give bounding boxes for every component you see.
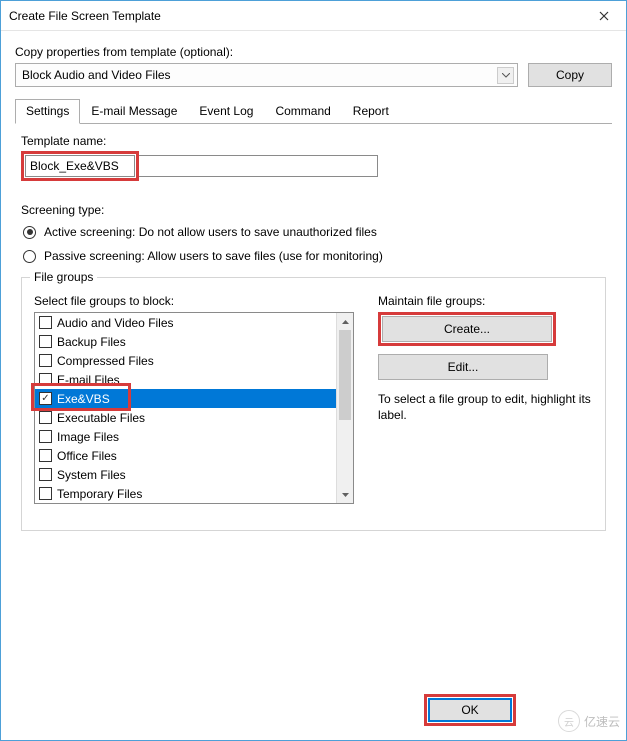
dialog-window: Create File Screen Template Copy propert…: [0, 0, 627, 741]
list-item-label: Compressed Files: [57, 354, 154, 368]
tab-settings[interactable]: Settings: [15, 99, 80, 124]
list-item-label: Temporary Files: [57, 487, 142, 501]
radio-active[interactable]: Active screening: Do not allow users to …: [23, 225, 606, 239]
list-item-label: Audio and Video Files: [57, 316, 174, 330]
template-name-label: Template name:: [21, 134, 606, 148]
checkbox[interactable]: [39, 373, 52, 386]
maintain-groups-label: Maintain file groups:: [378, 294, 593, 308]
tab-command[interactable]: Command: [264, 99, 341, 124]
list-item-label: System Files: [57, 468, 126, 482]
copy-button[interactable]: Copy: [528, 63, 612, 87]
close-button[interactable]: [581, 1, 626, 31]
radio-active-label: Active screening: Do not allow users to …: [44, 225, 377, 239]
tab-strip: Settings E-mail Message Event Log Comman…: [15, 99, 612, 124]
create-button[interactable]: Create...: [382, 316, 552, 342]
list-item[interactable]: Backup Files: [35, 332, 336, 351]
ok-button[interactable]: OK: [428, 698, 512, 722]
window-title: Create File Screen Template: [9, 9, 581, 23]
scroll-down-icon[interactable]: [337, 486, 353, 503]
chevron-down-icon: [497, 67, 514, 84]
edit-button[interactable]: Edit...: [378, 354, 548, 380]
copy-properties-label: Copy properties from template (optional)…: [15, 45, 612, 59]
checkbox[interactable]: [39, 468, 52, 481]
copy-row: Block Audio and Video Files Copy: [15, 63, 612, 87]
list-item[interactable]: Office Files: [35, 446, 336, 465]
tab-eventlog[interactable]: Event Log: [188, 99, 264, 124]
dialog-buttons: OK: [424, 694, 612, 726]
listbox-scrollbar[interactable]: [336, 313, 353, 503]
list-item[interactable]: Executable Files: [35, 408, 336, 427]
scroll-up-icon[interactable]: [337, 313, 353, 330]
checkbox[interactable]: [39, 354, 52, 367]
hint-text: To select a file group to edit, highligh…: [378, 392, 593, 423]
tab-report[interactable]: Report: [342, 99, 400, 124]
list-item[interactable]: System Files: [35, 465, 336, 484]
file-groups-legend: File groups: [30, 270, 97, 284]
checkbox[interactable]: [39, 392, 52, 405]
checkbox[interactable]: [39, 411, 52, 424]
checkbox[interactable]: [39, 316, 52, 329]
template-name-input[interactable]: [25, 155, 135, 177]
scroll-thumb[interactable]: [339, 330, 351, 420]
close-icon: [599, 11, 609, 21]
radio-active-button[interactable]: [23, 226, 36, 239]
file-groups-fieldset: File groups Select file groups to block:…: [21, 277, 606, 531]
list-item-label: E-mail Files: [57, 373, 120, 387]
settings-tab-body: Template name: Screening type: Active sc…: [15, 132, 612, 539]
checkbox[interactable]: [39, 449, 52, 462]
list-item-label: Exe&VBS: [57, 392, 110, 406]
list-item-label: Executable Files: [57, 411, 145, 425]
list-item[interactable]: Temporary Files: [35, 484, 336, 503]
template-dropdown[interactable]: Block Audio and Video Files: [15, 63, 518, 87]
content-area: Copy properties from template (optional)…: [1, 31, 626, 539]
file-groups-listbox[interactable]: Audio and Video Files Backup Files Compres…: [34, 312, 354, 504]
template-name-input-ext[interactable]: [138, 155, 378, 177]
tab-email[interactable]: E-mail Message: [80, 99, 188, 124]
list-item[interactable]: Image Files: [35, 427, 336, 446]
radio-passive-label: Passive screening: Allow users to save f…: [44, 249, 383, 263]
screening-type-label: Screening type:: [21, 203, 606, 217]
list-item-label: Backup Files: [57, 335, 126, 349]
list-item[interactable]: Audio and Video Files: [35, 313, 336, 332]
radio-passive[interactable]: Passive screening: Allow users to save f…: [23, 249, 606, 263]
list-item-label: Image Files: [57, 430, 119, 444]
list-item[interactable]: Exe&VBS: [35, 389, 336, 408]
checkbox[interactable]: [39, 487, 52, 500]
titlebar: Create File Screen Template: [1, 1, 626, 31]
checkbox[interactable]: [39, 335, 52, 348]
radio-passive-button[interactable]: [23, 250, 36, 263]
select-file-groups-label: Select file groups to block:: [34, 294, 354, 308]
list-item[interactable]: E-mail Files: [35, 370, 336, 389]
checkbox[interactable]: [39, 430, 52, 443]
list-item-label: Office Files: [57, 449, 117, 463]
list-item[interactable]: Compressed Files: [35, 351, 336, 370]
dropdown-value: Block Audio and Video Files: [22, 68, 171, 82]
